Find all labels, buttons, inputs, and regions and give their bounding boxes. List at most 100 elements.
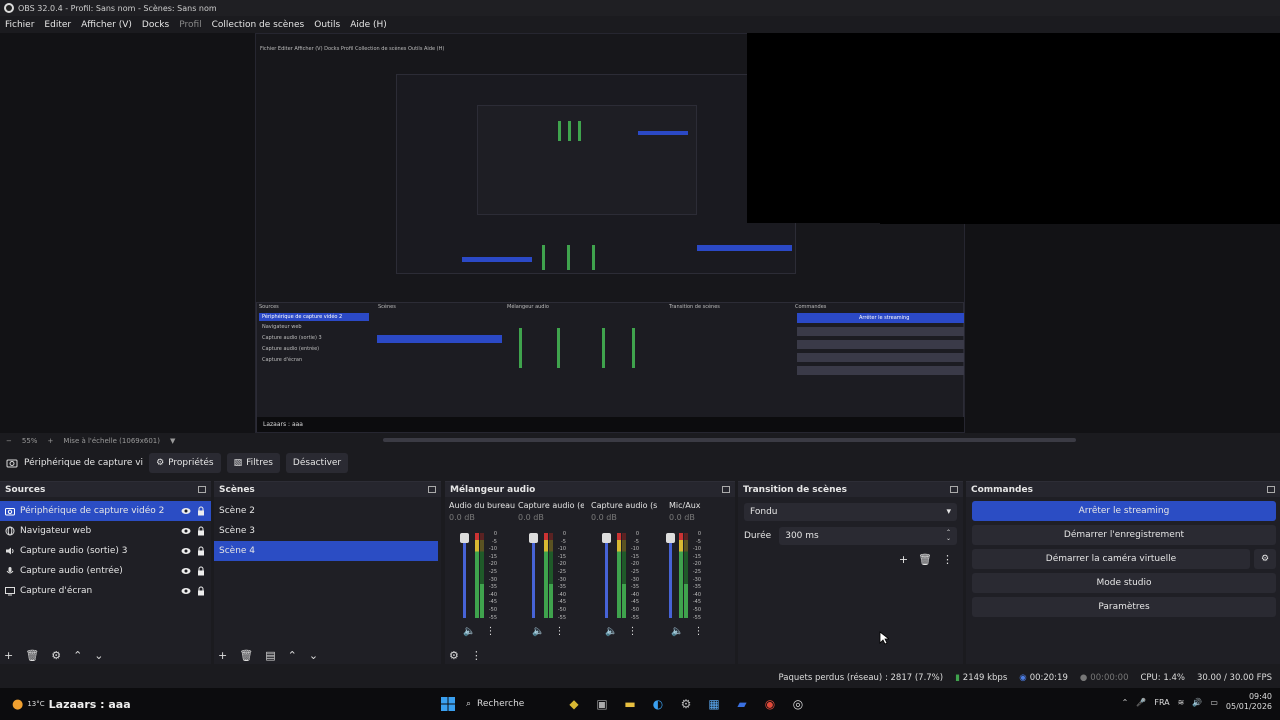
wifi-icon[interactable]: ≋ <box>1178 698 1185 707</box>
lock-icon[interactable] <box>196 586 206 596</box>
eye-icon[interactable] <box>181 546 191 556</box>
camera-icon <box>6 459 18 468</box>
widget-icon[interactable]: ◆ <box>564 694 584 714</box>
stop-streaming-button[interactable]: Arrêter le streaming <box>972 501 1276 521</box>
speaker-icon[interactable]: 🔈 <box>463 626 475 637</box>
eye-icon[interactable] <box>181 526 191 536</box>
trash-icon[interactable]: 🗑 <box>239 649 253 662</box>
settings-app-icon[interactable]: ⚙ <box>676 694 696 714</box>
studio-mode-button[interactable]: Mode studio <box>972 573 1276 593</box>
obs-taskbar-icon[interactable]: ◎ <box>788 694 808 714</box>
task-view-icon[interactable]: ▣ <box>592 694 612 714</box>
lock-icon[interactable] <box>196 506 206 516</box>
speaker-icon[interactable]: 🔈 <box>671 626 683 637</box>
speaker-icon[interactable]: 🔈 <box>605 626 617 637</box>
add-icon[interactable]: + <box>218 649 227 662</box>
float-icon[interactable] <box>950 486 958 493</box>
volume-slider[interactable] <box>529 533 538 618</box>
transition-select[interactable]: Fondu ▾ <box>744 503 957 521</box>
eye-icon[interactable] <box>181 566 191 576</box>
menu-outils[interactable]: Outils <box>309 20 345 30</box>
properties-button[interactable]: ⚙ Propriétés <box>149 453 221 473</box>
stream-icon: ◉ <box>1019 673 1027 683</box>
spinner-arrows-icon[interactable]: ⌃ ⌄ <box>946 530 951 542</box>
scene-item[interactable]: Scène 4 <box>214 541 438 561</box>
channel-name: Capture audio (ent <box>518 501 584 510</box>
scale-dropdown-icon[interactable]: ▼ <box>170 437 175 445</box>
battery-icon[interactable]: ▭ <box>1210 698 1218 707</box>
source-item[interactable]: Capture audio (entrée) <box>0 561 211 581</box>
windows-start-icon[interactable] <box>438 694 458 714</box>
volume-slider[interactable] <box>666 533 675 618</box>
preview-horizontal-scrollbar[interactable] <box>383 438 1076 442</box>
menu-docks[interactable]: Docks <box>137 20 174 30</box>
trash-icon[interactable]: 🗑 <box>25 649 39 662</box>
start-virtual-camera-button[interactable]: Démarrer la caméra virtuelle <box>972 549 1250 569</box>
start-recording-button[interactable]: Démarrer l'enregistrement <box>972 525 1276 545</box>
source-item[interactable]: Navigateur web <box>0 521 211 541</box>
float-icon[interactable] <box>428 486 436 493</box>
clock[interactable]: 09:40 05/01/2026 <box>1226 692 1272 712</box>
tray-chevron-icon[interactable]: ⌃ <box>1122 698 1129 707</box>
channel-controls: 🔈 ⋮ <box>605 626 637 637</box>
volume-icon[interactable]: 🔊 <box>1192 698 1202 707</box>
volume-slider[interactable] <box>460 533 469 618</box>
lock-icon[interactable] <box>196 546 206 556</box>
more-icon[interactable]: ⋮ <box>554 626 564 637</box>
virtual-camera-settings-button[interactable]: ⚙ <box>1254 549 1276 569</box>
sources-title: Sources <box>5 484 46 495</box>
trash-icon[interactable]: 🗑 <box>918 553 932 566</box>
edge-browser-icon[interactable]: ◐ <box>648 694 668 714</box>
float-icon[interactable] <box>722 486 730 493</box>
more-icon[interactable]: ⋮ <box>627 626 637 637</box>
eye-icon[interactable] <box>181 506 191 516</box>
taskbar-weather[interactable]: ● 13°C Lazaars : aaa <box>0 697 180 712</box>
eye-icon[interactable] <box>181 586 191 596</box>
volume-slider[interactable] <box>602 533 611 618</box>
speaker-icon[interactable]: 🔈 <box>532 626 544 637</box>
taskbar-search[interactable]: ⌕ Recherche <box>466 699 556 709</box>
menu-fichier[interactable]: Fichier <box>0 20 39 30</box>
add-icon[interactable]: + <box>899 553 908 566</box>
menu-afficher[interactable]: Afficher (V) <box>76 20 137 30</box>
arrow-up-icon[interactable]: ⌃ <box>73 649 82 662</box>
arrow-up-icon[interactable]: ⌃ <box>288 649 297 662</box>
language[interactable]: FRA <box>1154 698 1169 707</box>
arrow-down-icon[interactable]: ⌄ <box>309 649 318 662</box>
source-item[interactable]: Capture audio (sortie) 3 <box>0 541 211 561</box>
app-icon[interactable]: ▰ <box>732 694 752 714</box>
source-item[interactable]: Capture d'écran <box>0 581 211 601</box>
zoom-in-button[interactable]: + <box>47 437 53 445</box>
scene-item[interactable]: Scène 3 <box>214 521 441 541</box>
gear-icon[interactable]: ⚙ <box>51 649 61 662</box>
menu-collection-scenes[interactable]: Collection de scènes <box>207 20 310 30</box>
more-icon[interactable]: ⋮ <box>942 553 953 566</box>
scene-item[interactable]: Scène 2 <box>214 501 441 521</box>
folder-icon[interactable]: ▬ <box>620 694 640 714</box>
chrome-icon[interactable]: ◉ <box>760 694 780 714</box>
menu-profil[interactable]: Profil <box>174 20 206 30</box>
add-icon[interactable]: + <box>4 649 13 662</box>
lock-icon[interactable] <box>196 526 206 536</box>
menu-aide[interactable]: Aide (H) <box>345 20 392 30</box>
menu-editer[interactable]: Editer <box>39 20 76 30</box>
settings-button[interactable]: Paramètres <box>972 597 1276 617</box>
more-icon[interactable]: ⋮ <box>693 626 703 637</box>
zoom-out-button[interactable]: − <box>6 437 12 445</box>
filter-icon[interactable]: ▤ <box>265 649 275 662</box>
filters-button[interactable]: ▧ Filtres <box>226 453 280 473</box>
lock-icon[interactable] <box>196 566 206 576</box>
source-item[interactable]: Périphérique de capture vidéo 2 <box>0 501 211 521</box>
duration-input[interactable]: 300 ms ⌃ ⌄ <box>779 527 957 545</box>
arrow-down-icon[interactable]: ⌄ <box>94 649 103 662</box>
mixer-settings-icon[interactable]: ⚙ <box>449 649 459 662</box>
microphone-icon[interactable]: 🎤 <box>1136 698 1146 707</box>
float-icon[interactable] <box>1267 486 1275 493</box>
store-icon[interactable]: ▦ <box>704 694 724 714</box>
speaker-icon <box>6 547 14 555</box>
deactivate-button[interactable]: Désactiver <box>285 453 349 473</box>
float-icon[interactable] <box>198 486 206 493</box>
sources-header: Sources <box>0 482 211 497</box>
more-icon[interactable]: ⋮ <box>471 649 482 662</box>
more-icon[interactable]: ⋮ <box>485 626 495 637</box>
